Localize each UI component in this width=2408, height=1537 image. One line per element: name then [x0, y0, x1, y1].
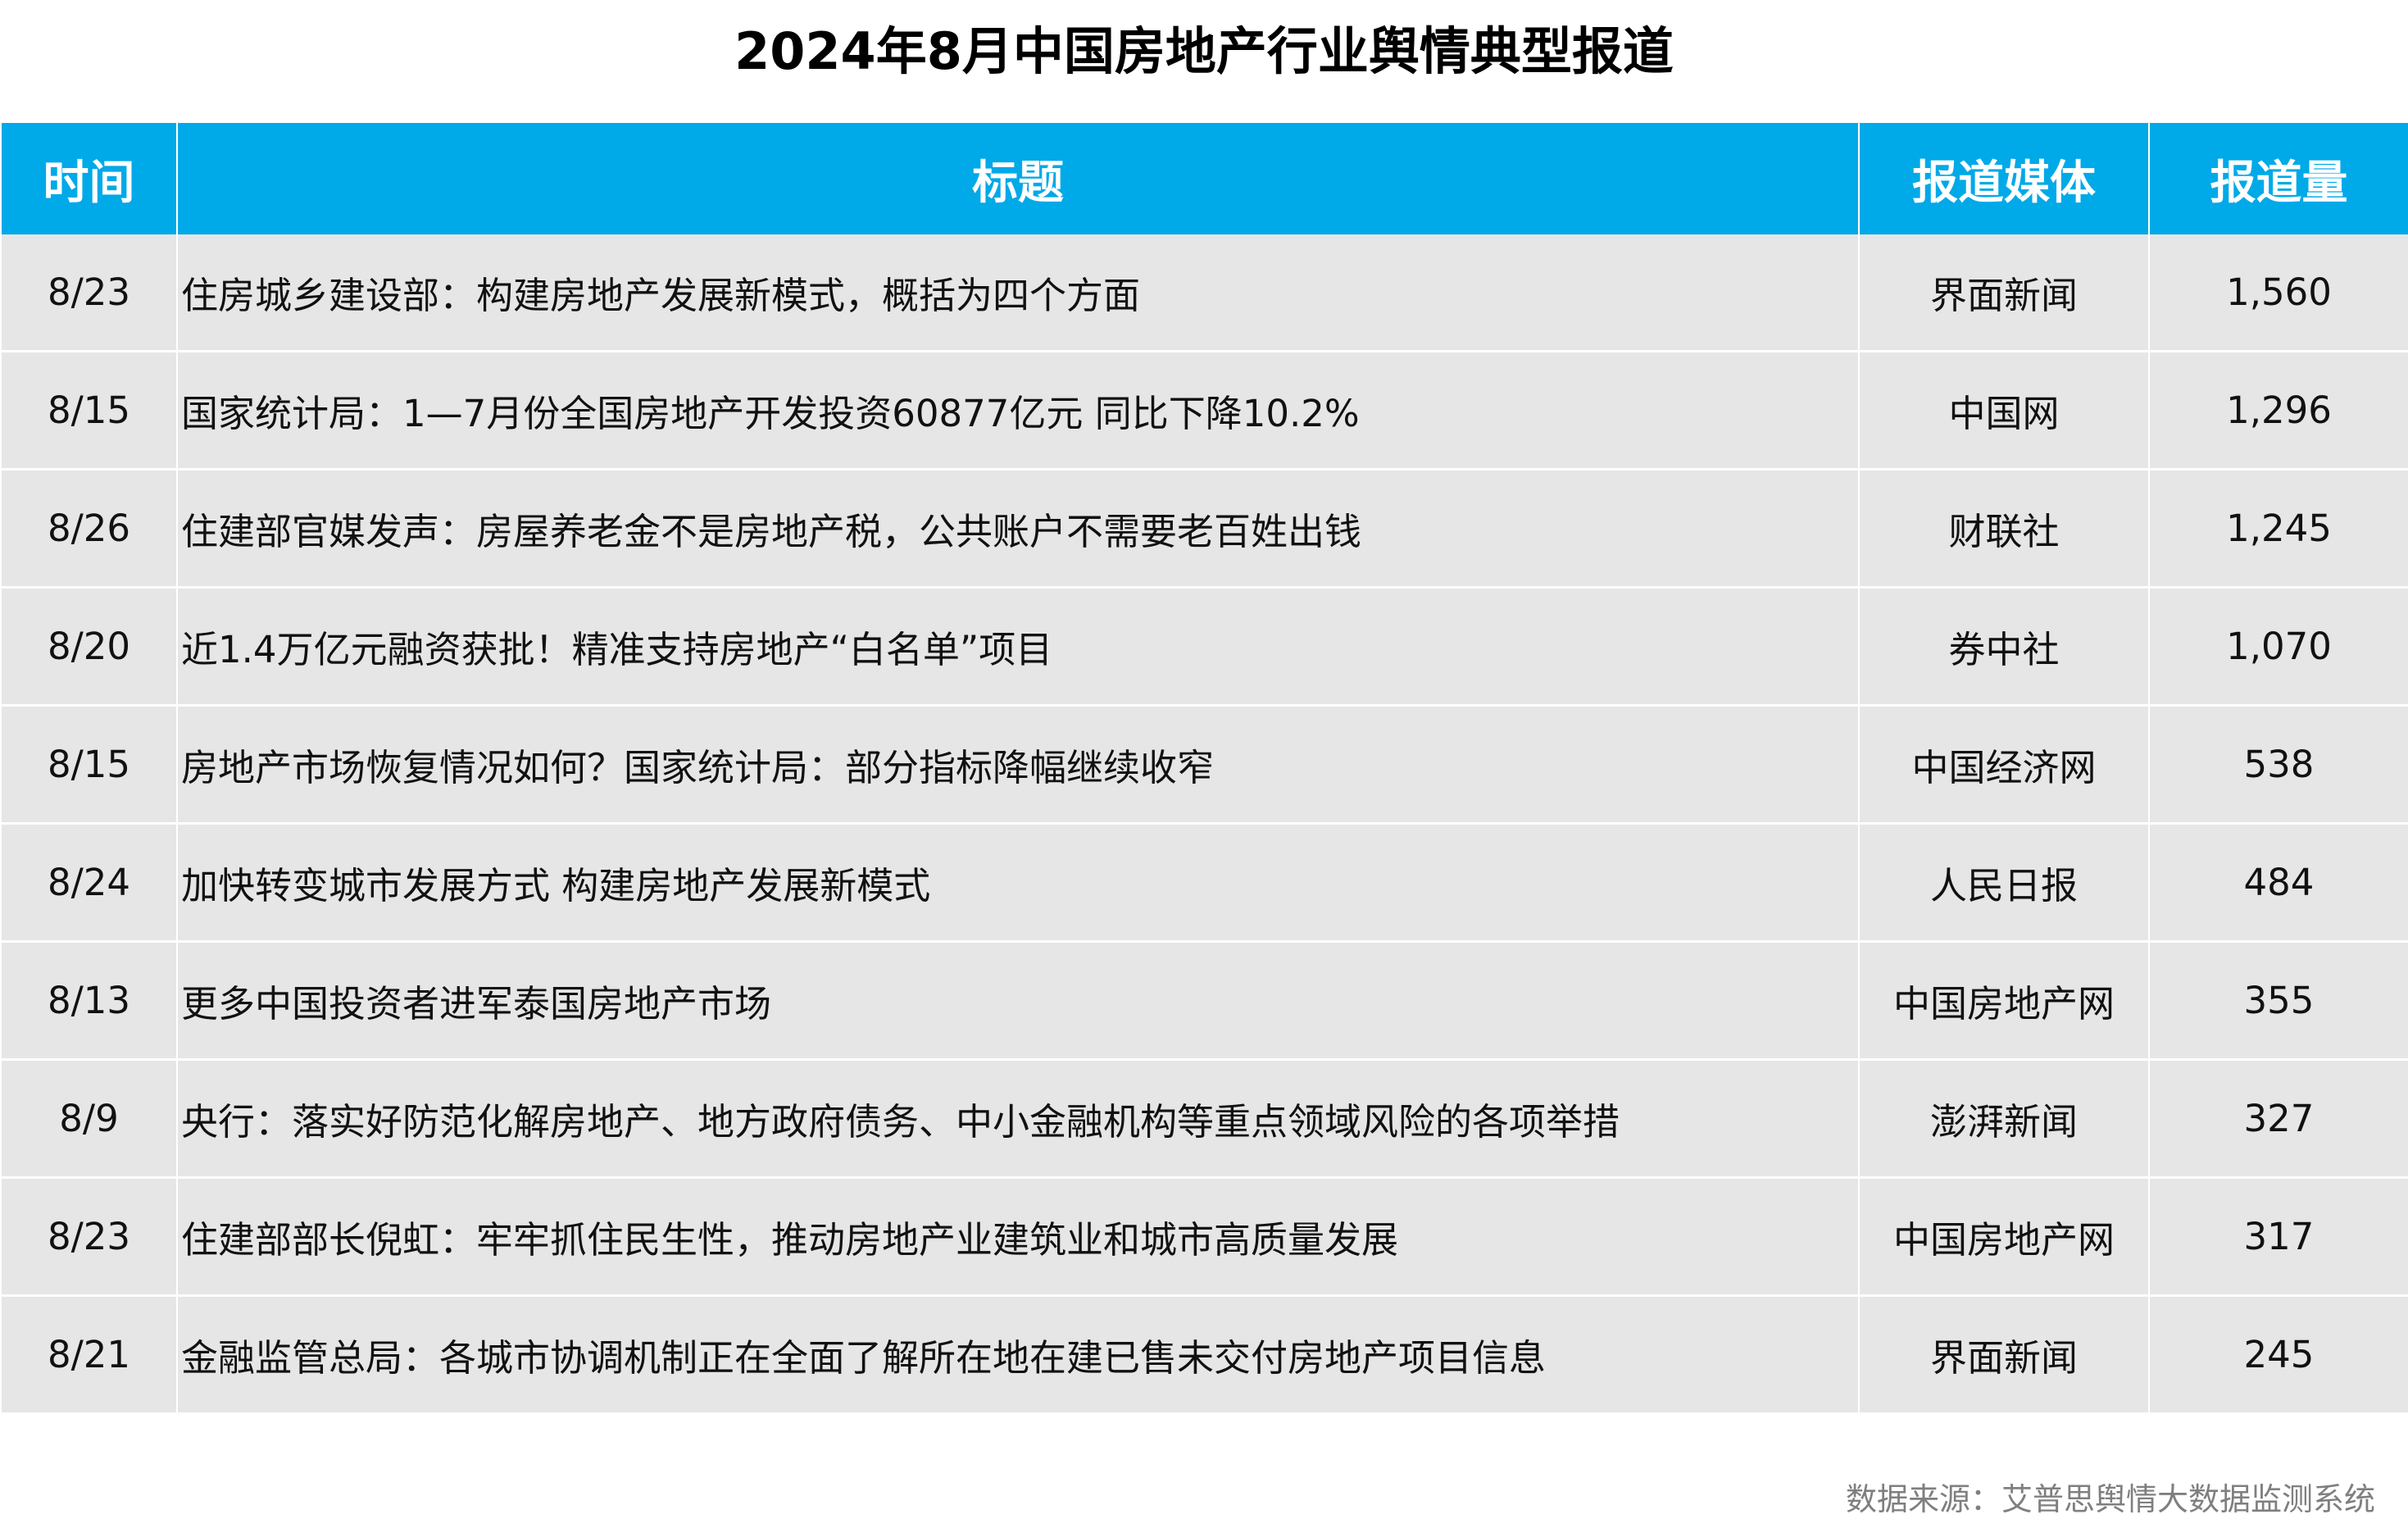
table-row: 8/15 国家统计局：1—7月份全国房地产开发投资60877亿元 同比下降10.2…	[2, 351, 2408, 471]
table-row: 8/23 住房城乡建设部：构建房地产发展新模式，概括为四个方面 界面新闻 1,560	[2, 234, 2408, 352]
table-row: 8/24 加快转变城市发展方式 构建房地产发展新模式 人民日报 484	[2, 823, 2408, 943]
header-title: 标题	[177, 123, 1860, 234]
row-title: 住建部官媒发声：房屋养老金不是房地产税，公共账户不需要老百姓出钱	[177, 469, 1860, 589]
row-count: 245	[2149, 1295, 2408, 1415]
row-title: 央行：落实好防范化解房地产、地方政府债务、中小金融机构等重点领域风险的各项举措	[177, 1059, 1860, 1179]
table-row: 8/20 近1.4万亿元融资获批！精准支持房地产“白名单”项目 券中社 1,070	[2, 587, 2408, 707]
table-row: 8/13 更多中国投资者进军泰国房地产市场 中国房地产网 355	[2, 941, 2408, 1061]
row-media: 券中社	[1859, 587, 2150, 707]
table-row: 8/9 央行：落实好防范化解房地产、地方政府债务、中小金融机构等重点领域风险的各项…	[2, 1059, 2408, 1179]
row-count: 317	[2149, 1177, 2408, 1297]
row-count: 1,296	[2149, 351, 2408, 471]
row-media: 中国经济网	[1859, 705, 2150, 825]
row-date: 8/13	[2, 941, 178, 1061]
row-date: 8/24	[2, 823, 178, 943]
header-count: 报道量	[2149, 123, 2408, 234]
row-date: 8/26	[2, 469, 178, 589]
row-date: 8/23	[2, 234, 178, 352]
row-date: 8/9	[2, 1059, 178, 1179]
table-row: 8/26 住建部官媒发声：房屋养老金不是房地产税，公共账户不需要老百姓出钱 财联社 1…	[2, 469, 2408, 589]
row-date: 8/21	[2, 1295, 178, 1415]
table-body: 8/23 住房城乡建设部：构建房地产发展新模式，概括为四个方面 界面新闻 1,560 8…	[2, 234, 2408, 1415]
row-count: 327	[2149, 1059, 2408, 1179]
row-count: 1,070	[2149, 587, 2408, 707]
row-count: 355	[2149, 941, 2408, 1061]
source-note: 数据来源：艾普思舆情大数据监测系统	[1845, 1481, 2375, 1517]
row-media: 界面新闻	[1859, 1295, 2150, 1415]
table-header-row: 时间 标题 报道媒体 报道量	[2, 123, 2408, 234]
page-title: 2024年8月中国房地产行业舆情典型报道	[734, 21, 1674, 81]
row-count: 1,245	[2149, 469, 2408, 589]
row-count: 484	[2149, 823, 2408, 943]
row-media: 澎湃新闻	[1859, 1059, 2150, 1179]
row-title: 住建部部长倪虹：牢牢抓住民生性，推动房地产业建筑业和城市高质量发展	[177, 1177, 1860, 1297]
row-title: 金融监管总局：各城市协调机制正在全面了解所在地在建已售未交付房地产项目信息	[177, 1295, 1860, 1415]
row-media: 中国网	[1859, 351, 2150, 471]
row-media: 中国房地产网	[1859, 1177, 2150, 1297]
table-row: 8/15 房地产市场恢复情况如何？国家统计局：部分指标降幅继续收窄 中国经济网 538	[2, 705, 2408, 825]
row-date: 8/23	[2, 1177, 178, 1297]
header-media: 报道媒体	[1859, 123, 2150, 234]
report-table: 时间 标题 报道媒体 报道量 8/23 住房城乡建设部：构建房地产发展新模式，概括…	[2, 123, 2408, 1415]
row-title: 房地产市场恢复情况如何？国家统计局：部分指标降幅继续收窄	[177, 705, 1860, 825]
row-media: 界面新闻	[1859, 234, 2150, 352]
table-row: 8/23 住建部部长倪虹：牢牢抓住民生性，推动房地产业建筑业和城市高质量发展 中国房…	[2, 1177, 2408, 1297]
row-title: 国家统计局：1—7月份全国房地产开发投资60877亿元 同比下降10.2%	[177, 351, 1860, 471]
row-media: 财联社	[1859, 469, 2150, 589]
row-title: 住房城乡建设部：构建房地产发展新模式，概括为四个方面	[177, 234, 1860, 352]
row-title: 加快转变城市发展方式 构建房地产发展新模式	[177, 823, 1860, 943]
row-date: 8/15	[2, 705, 178, 825]
table-row: 8/21 金融监管总局：各城市协调机制正在全面了解所在地在建已售未交付房地产项目信…	[2, 1295, 2408, 1415]
row-date: 8/15	[2, 351, 178, 471]
row-title: 近1.4万亿元融资获批！精准支持房地产“白名单”项目	[177, 587, 1860, 707]
header-date: 时间	[2, 123, 178, 234]
row-media: 中国房地产网	[1859, 941, 2150, 1061]
row-date: 8/20	[2, 587, 178, 707]
row-title: 更多中国投资者进军泰国房地产市场	[177, 941, 1860, 1061]
row-media: 人民日报	[1859, 823, 2150, 943]
row-count: 1,560	[2149, 234, 2408, 352]
row-count: 538	[2149, 705, 2408, 825]
